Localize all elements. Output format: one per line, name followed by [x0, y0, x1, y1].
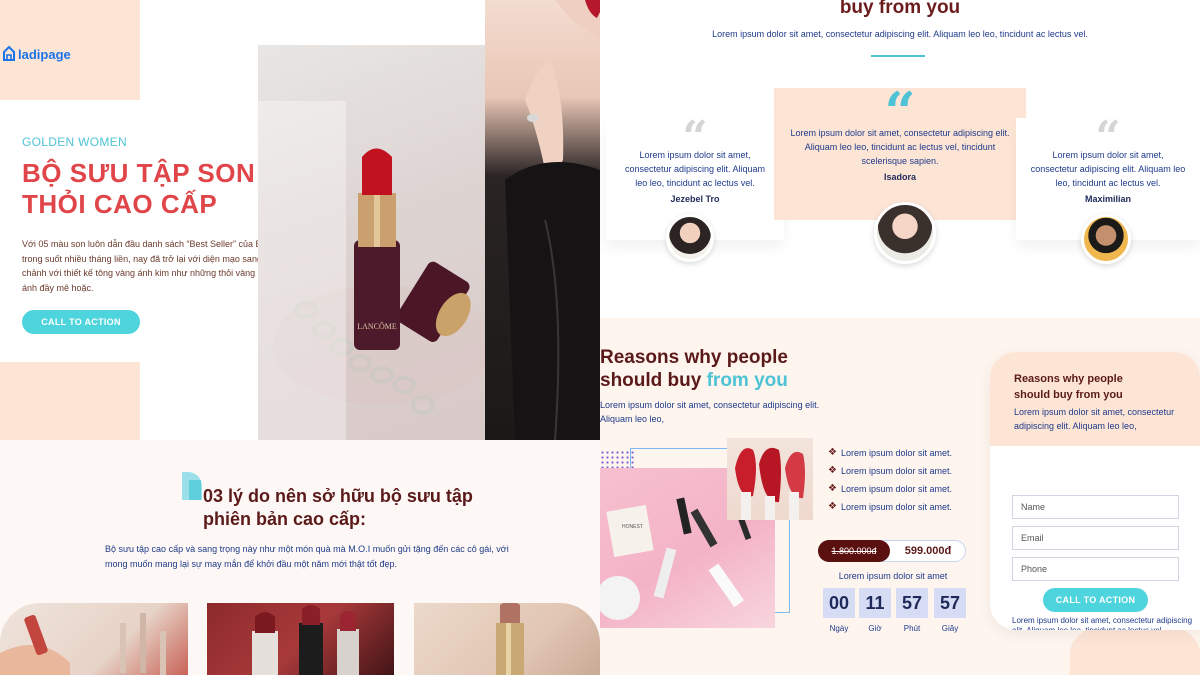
countdown-value: 57 — [896, 588, 928, 618]
benefit-list: ❖ Lorem ipsum dolor sit amet. ❖ Lorem ipsu… — [828, 444, 952, 516]
offer-subtitle: Lorem ipsum dolor sit amet, consectetur … — [600, 400, 820, 424]
product-image-hand — [0, 603, 188, 675]
hero-title: BỘ SƯU TẬP SON THỎI CAO CẤP — [22, 158, 282, 220]
brand-name: ladipage — [18, 46, 71, 62]
hero-title-line2: THỎI CAO CẤP — [22, 189, 218, 219]
benefit-text: Lorem ipsum dolor sit amet. — [840, 502, 953, 512]
testimonials-title: buy from you — [839, 0, 961, 18]
benefit-item: ❖ Lorem ipsum dolor sit amet. — [828, 480, 952, 498]
avatar-maximilian — [1081, 214, 1131, 264]
countdown-unit: Phút — [903, 624, 921, 633]
reasons-title-line1: 03 lý do nên sở hữu bộ sưu tập — [203, 486, 473, 506]
offer-title-accent: from you — [706, 370, 788, 391]
testimonial-card-featured: “ Lorem ipsum dolor sit amet, consectetu… — [774, 88, 1026, 220]
name-input[interactable] — [1012, 495, 1179, 519]
hero-title-line1: BỘ SƯU TẬP SON — [22, 158, 256, 188]
testimonial-author: Jezebel Tro — [670, 194, 720, 204]
testimonials-subtitle: Lorem ipsum dolor sit amet, consectetur … — [712, 29, 1088, 39]
model-photo — [485, 0, 600, 440]
lipsticks-illustration — [252, 605, 359, 675]
countdown-seconds: 57 Giây — [934, 588, 966, 633]
benefit-item: ❖ Lorem ipsum dolor sit amet. — [828, 498, 952, 516]
benefit-text: Lorem ipsum dolor sit amet. — [840, 484, 953, 494]
lipstick-swatch-illustration — [735, 447, 805, 520]
testimonials-section: buy from you Lorem ipsum dolor sit amet,… — [600, 0, 1200, 318]
countdown-value: 11 — [859, 588, 891, 618]
quote-icon: “ — [1095, 118, 1121, 148]
offer-title: Reasons why people should buy from you — [600, 346, 860, 392]
testimonial-author: Maximilian — [1084, 194, 1131, 204]
title-decoration-inner — [189, 480, 201, 500]
product-image-nude-lipstick — [414, 603, 600, 675]
product-image-lipsticks — [207, 603, 394, 675]
quote-icon: “ — [682, 118, 708, 148]
reasons-section: 03 lý do nên sở hữu bộ sưu tập phiên bản… — [0, 440, 600, 675]
countdown-minutes: 57 Phút — [896, 588, 928, 633]
product-label: HONEST — [622, 524, 643, 530]
offer-title-part1: Reasons why people — [600, 347, 788, 368]
reasons-title: 03 lý do nên sở hữu bộ sưu tập phiên bản… — [203, 485, 523, 531]
diamond-bullet-icon: ❖ — [828, 483, 837, 494]
offer-title-part2: should buy — [600, 370, 707, 391]
peach-block-bottom — [0, 362, 140, 440]
countdown-unit: Giờ — [868, 624, 882, 633]
countdown-unit: Giây — [941, 624, 959, 633]
form-title-line2: should buy from you — [1014, 389, 1123, 401]
reasons-description: Bộ sưu tập cao cấp và sang trọng này như… — [105, 544, 509, 569]
testimonial-text: Lorem ipsum dolor sit amet, consectetur … — [624, 150, 766, 188]
testimonial-text: Lorem ipsum dolor sit amet, consectetur … — [790, 128, 1010, 166]
diamond-bullet-icon: ❖ — [828, 447, 837, 458]
section-divider — [871, 55, 925, 57]
avatar-jezebel — [666, 214, 714, 262]
photo-overlay — [258, 101, 346, 440]
countdown-value: 00 — [823, 588, 855, 618]
hero-cta-button[interactable]: CALL TO ACTION — [22, 310, 140, 334]
ladipage-logo-icon — [3, 46, 15, 61]
form-title-line1: Reasons why people — [1014, 373, 1123, 385]
diamond-bullet-icon: ❖ — [828, 465, 837, 476]
hero-description: Với 05 màu son luôn dẫn đầu danh sách “B… — [22, 239, 273, 293]
testimonial-text: Lorem ipsum dolor sit amet, consectetur … — [1030, 150, 1186, 188]
form-description: Lorem ipsum dolor sit amet, consectetur … — [1014, 407, 1175, 431]
hero-section: ladipage GOLDEN WOMEN BỘ SƯU TẬP SON THỎ… — [0, 0, 600, 440]
countdown-unit: Ngày — [829, 624, 849, 633]
hand-lipstick-illustration — [0, 613, 166, 675]
lipstick-swatch-photo — [727, 438, 813, 520]
old-price: 1.800.000đ — [818, 540, 890, 562]
avatar-isadora — [874, 202, 936, 264]
benefit-item: ❖ Lorem ipsum dolor sit amet. — [828, 462, 952, 480]
lipstick-product-photo: LANCÔME — [258, 45, 508, 440]
lead-form: Reasons why people should buy from you L… — [990, 352, 1200, 630]
offer-section: Reasons why people should buy from you L… — [600, 318, 1200, 675]
nude-lipstick-illustration — [496, 603, 524, 675]
countdown-label: Lorem ipsum dolor sit amet — [838, 571, 948, 581]
lipstick-brand-label: LANCÔME — [357, 321, 397, 331]
benefit-text: Lorem ipsum dolor sit amet. — [840, 466, 953, 476]
form-title: Reasons why people should buy from you — [1014, 371, 1184, 403]
benefit-text: Lorem ipsum dolor sit amet. — [840, 448, 953, 458]
brand-logo[interactable]: ladipage — [2, 46, 71, 62]
form-note: Lorem ipsum dolor sit amet, consectetur … — [1012, 616, 1193, 630]
hero-eyebrow: GOLDEN WOMEN — [22, 135, 127, 149]
countdown-days: 00 Ngày — [823, 588, 855, 633]
phone-input[interactable] — [1012, 557, 1179, 581]
quote-icon: “ — [884, 88, 916, 126]
reasons-title-line2: phiên bản cao cấp: — [203, 509, 367, 529]
email-input[interactable] — [1012, 526, 1179, 550]
diamond-bullet-icon: ❖ — [828, 501, 837, 512]
countdown-hours: 11 Giờ — [859, 588, 891, 633]
form-submit-button[interactable]: CALL TO ACTION — [1043, 588, 1148, 612]
countdown-value: 57 — [934, 588, 966, 618]
testimonial-author: Isadora — [883, 172, 916, 182]
new-price: 599.000đ — [904, 545, 952, 557]
model-illustration — [505, 0, 600, 440]
benefit-item: ❖ Lorem ipsum dolor sit amet. — [828, 444, 952, 462]
